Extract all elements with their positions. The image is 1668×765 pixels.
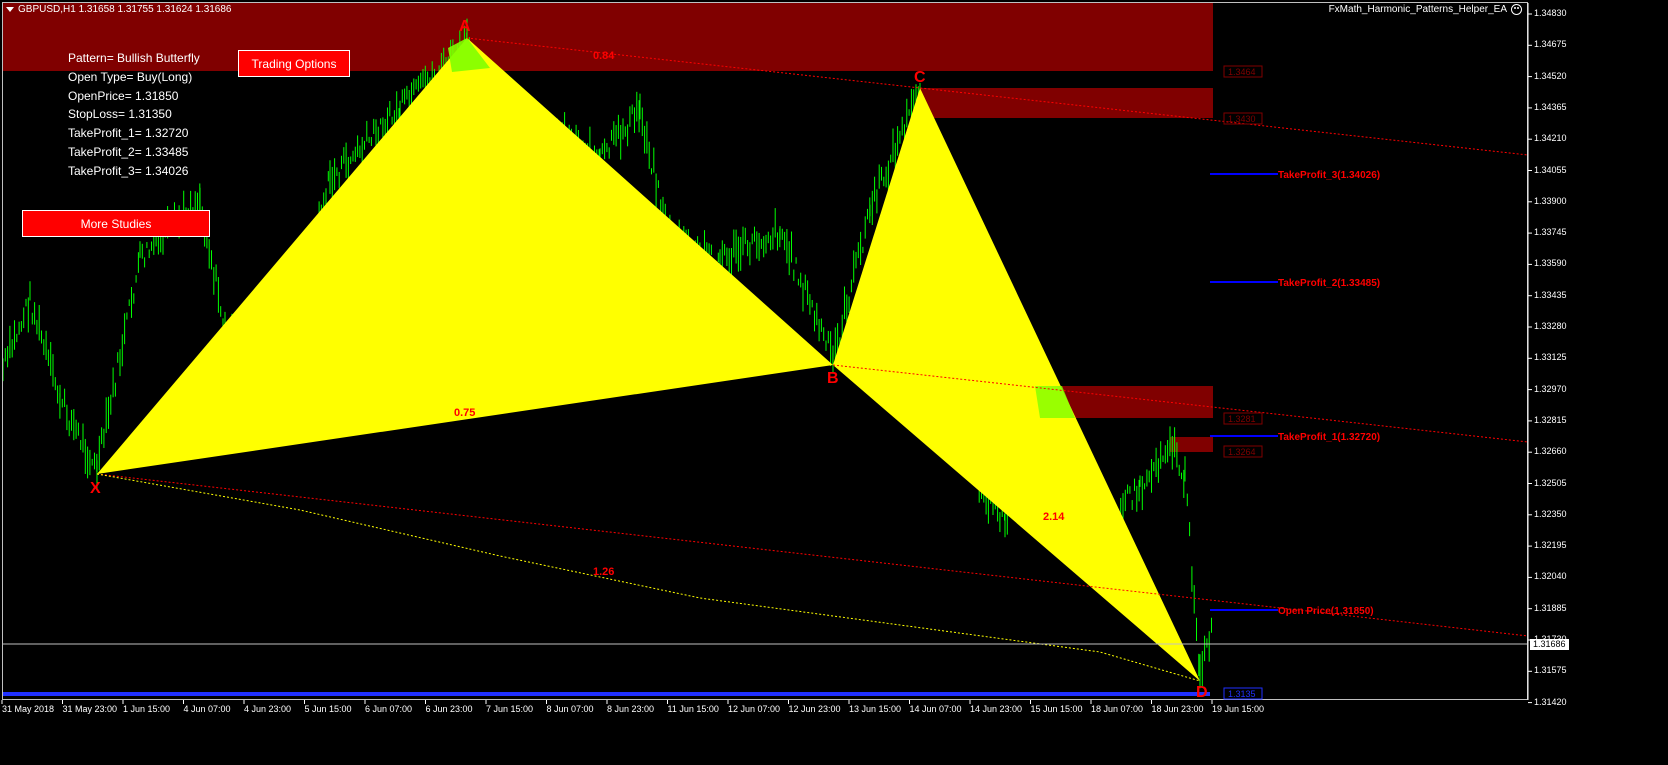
- price-tick-label: 1.33280: [1534, 321, 1567, 331]
- take-profit-1: TakeProfit_1= 1.32720: [68, 126, 189, 141]
- tp3-label: TakeProfit_3(1.34026): [1278, 170, 1380, 181]
- time-tick-label: 14 Jun 07:00: [909, 704, 962, 714]
- time-tick-label: 19 Jun 15:00: [1212, 704, 1265, 714]
- time-tick-label: 4 Jun 23:00: [244, 704, 292, 714]
- time-tick-label: 12 Jun 07:00: [728, 704, 781, 714]
- tp1-label: TakeProfit_1(1.32720): [1278, 432, 1380, 443]
- time-tick-label: 13 Jun 15:00: [849, 704, 902, 714]
- price-tick-label: 1.32815: [1534, 414, 1567, 425]
- price-tick-label: 1.32970: [1534, 383, 1567, 394]
- price-tick-label: 1.32195: [1534, 540, 1567, 551]
- price-tick-label: 1.34365: [1534, 101, 1567, 112]
- svg-text:1.3430: 1.3430: [1228, 114, 1256, 124]
- price-tick-label: 1.32040: [1534, 571, 1567, 582]
- time-tick-label: 31 May 23:00: [62, 704, 118, 714]
- price-tick-label: 1.34210: [1534, 133, 1567, 144]
- pattern-name: Pattern= Bullish Butterfly: [68, 51, 200, 65]
- zone-price-box: 1.3430: [1223, 112, 1263, 125]
- more-studies-button[interactable]: More Studies: [22, 210, 210, 237]
- take-profit-2: TakeProfit_2= 1.33485: [68, 144, 189, 159]
- ratio-ab: 0.84: [593, 50, 615, 62]
- ratio-xd: 1.26: [593, 566, 614, 578]
- symbol-info: GBPUSD,H1 1.31658 1.31755 1.31624 1.3168…: [18, 4, 232, 15]
- price-chart[interactable]: X A B C D 0.84 0.75 2.14 1.26 1.3464 1.3…: [0, 0, 1668, 765]
- svg-text:1.3264: 1.3264: [1228, 447, 1256, 457]
- time-tick-label: 8 Jun 07:00: [546, 704, 594, 714]
- zone-price-box: 1.3464: [1223, 65, 1263, 78]
- time-tick-label: 5 Jun 15:00: [304, 704, 352, 714]
- zone-price-box: 1.3281: [1223, 412, 1263, 425]
- price-tick-label: 1.32350: [1534, 508, 1567, 519]
- svg-text:1.3281: 1.3281: [1228, 414, 1256, 424]
- svg-text:1.3464: 1.3464: [1228, 67, 1256, 77]
- trading-options-button[interactable]: Trading Options: [238, 50, 350, 77]
- price-tick-label: 1.33900: [1534, 195, 1567, 206]
- zone-c: [920, 88, 1213, 118]
- price-tick-label: 1.31420: [1534, 696, 1567, 707]
- price-tick-label: 1.33435: [1534, 289, 1567, 300]
- point-b-label: B: [827, 370, 839, 387]
- time-tick-label: 7 Jun 15:00: [486, 704, 534, 714]
- point-c-label: C: [914, 69, 926, 86]
- time-tick-label: 4 Jun 07:00: [183, 704, 231, 714]
- ratio-bd: 2.14: [1043, 511, 1065, 523]
- time-tick-label: 14 Jun 23:00: [970, 704, 1023, 714]
- time-tick-label: 6 Jun 23:00: [425, 704, 473, 714]
- dropdown-icon[interactable]: [6, 7, 14, 12]
- point-x-label: X: [90, 480, 101, 497]
- stop-loss: StopLoss= 1.31350: [68, 107, 172, 122]
- price-tick-label: 1.34675: [1534, 39, 1567, 50]
- open-type: Open Type= Buy(Long): [68, 69, 193, 84]
- time-tick-label: 18 Jun 07:00: [1091, 704, 1144, 714]
- ea-name: FxMath_Harmonic_Patterns_Helper_EA: [1328, 4, 1507, 15]
- price-tick-label: 1.34520: [1534, 70, 1567, 81]
- pattern-info-panel: Pattern= Bullish Butterfly Open Type= Bu…: [68, 49, 200, 181]
- time-tick-label: 12 Jun 23:00: [788, 704, 841, 714]
- current-price-marker: 1.31686: [1530, 639, 1569, 650]
- price-tick-label: 1.31885: [1534, 602, 1567, 613]
- price-tick-label: 1.31575: [1534, 665, 1567, 676]
- time-tick-label: 15 Jun 15:00: [1030, 704, 1083, 714]
- price-axis-ticks: [1528, 13, 1532, 704]
- price-tick-label: 1.33745: [1534, 227, 1567, 238]
- time-tick-label: 1 Jun 15:00: [123, 704, 171, 714]
- symbol-header[interactable]: GBPUSD,H1 1.31658 1.31755 1.31624 1.3168…: [6, 4, 232, 15]
- tp2-label: TakeProfit_2(1.33485): [1278, 278, 1380, 289]
- point-d-label: D: [1196, 684, 1208, 701]
- price-tick-label: 1.32660: [1534, 446, 1567, 457]
- price-tick-label: 1.33590: [1534, 258, 1567, 269]
- time-tick-label: 8 Jun 23:00: [607, 704, 655, 714]
- time-tick-label: 11 Jun 15:00: [667, 704, 719, 714]
- take-profit-3: TakeProfit_3= 1.34026: [68, 163, 189, 178]
- time-tick-label: 31 May 2018: [2, 704, 55, 714]
- price-tick-label: 1.33125: [1534, 352, 1567, 363]
- zone-price-box: 1.3135: [1223, 687, 1263, 700]
- time-tick-label: 6 Jun 07:00: [365, 704, 413, 714]
- open-price: OpenPrice= 1.31850: [68, 88, 179, 103]
- svg-text:1.3135: 1.3135: [1228, 689, 1256, 699]
- price-tick-label: 1.34055: [1534, 164, 1567, 175]
- smiley-icon[interactable]: [1511, 4, 1522, 15]
- time-tick-label: 18 Jun 23:00: [1151, 704, 1204, 714]
- point-a-label: A: [459, 18, 471, 35]
- expert-advisor-label[interactable]: FxMath_Harmonic_Patterns_Helper_EA: [1329, 4, 1522, 15]
- price-tick-label: 1.32505: [1534, 477, 1567, 488]
- open-price-label: Open Price(1.31850): [1278, 606, 1374, 617]
- zone-price-box: 1.3264: [1223, 445, 1263, 458]
- price-tick-label: 1.34830: [1534, 8, 1567, 18]
- ratio-xb: 0.75: [454, 407, 475, 419]
